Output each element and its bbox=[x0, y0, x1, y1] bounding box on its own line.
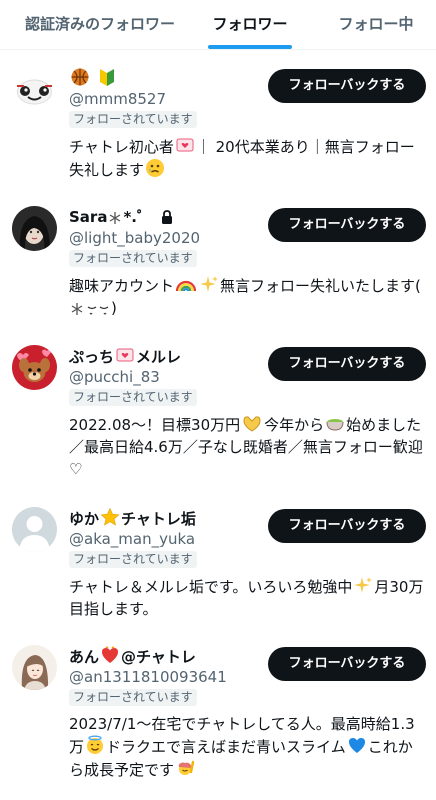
follows-you-badge: フォローされています bbox=[69, 689, 197, 706]
love-letter-icon bbox=[176, 138, 194, 152]
tab-following[interactable]: フォロー中 bbox=[326, 0, 426, 49]
tab-verified-followers[interactable]: 認証済みのフォロワー bbox=[10, 0, 190, 49]
follow-back-button[interactable]: フォローバックする bbox=[268, 69, 426, 103]
follow-back-button[interactable]: フォローバックする bbox=[268, 647, 426, 681]
display-name[interactable] bbox=[69, 67, 118, 89]
display-name-text: ぷっち bbox=[69, 348, 115, 366]
display-name-text: *.゜ bbox=[123, 208, 152, 226]
heart-hands-icon bbox=[243, 416, 261, 432]
display-name[interactable]: ぷっち メルレ bbox=[69, 345, 181, 367]
bio-text: 無言フォロー失礼いたします( bbox=[220, 277, 421, 295]
sparkles-icon bbox=[354, 577, 373, 593]
snowflake-icon bbox=[71, 303, 83, 315]
star-icon bbox=[100, 507, 120, 526]
tab-label: フォロー中 bbox=[338, 15, 414, 33]
user-handle[interactable]: @pucchi_83 bbox=[69, 367, 160, 387]
person-raising-hand-icon bbox=[178, 760, 195, 775]
display-name[interactable]: ゆか チャトレ垢 bbox=[69, 507, 196, 529]
beginner-mark-icon bbox=[100, 69, 115, 86]
display-name-text: メルレ bbox=[136, 348, 182, 366]
bio-text: ) bbox=[111, 299, 117, 317]
tab-active-indicator bbox=[208, 45, 292, 49]
user-bio: 2022.08～！目標30万円 今年から 始めました／最高日給4.6万／子なし既婚者… bbox=[69, 413, 425, 480]
user-handle[interactable]: @mmm8527 bbox=[69, 89, 166, 109]
follows-you-badge: フォローされています bbox=[69, 111, 197, 128]
tab-followers[interactable]: フォロワー bbox=[200, 0, 300, 49]
follow-back-button[interactable]: フォローバックする bbox=[268, 347, 426, 381]
sparkles-icon bbox=[200, 276, 219, 292]
display-name[interactable]: あん @チャトレ bbox=[69, 645, 196, 667]
user-handle[interactable]: @an1311810093641 bbox=[69, 667, 227, 687]
bio-text: 今年から bbox=[264, 416, 325, 434]
avatar[interactable] bbox=[12, 645, 57, 690]
smiling-face-with-halo-icon bbox=[87, 735, 104, 754]
user-bio: 2023/7/1～在宅でチャトレしてる人。最高時給1.3万 ドラクエで言えばまだ青… bbox=[69, 713, 425, 781]
sleepy-eyes-kaomoji-icon bbox=[87, 306, 109, 315]
bio-text: ドラクエで言えばまだ青いスライム bbox=[106, 738, 346, 756]
tab-label: 認証済みのフォロワー bbox=[24, 15, 175, 33]
basketball-icon bbox=[71, 68, 89, 86]
display-name-text: あん bbox=[69, 648, 100, 666]
love-letter-icon bbox=[116, 348, 134, 362]
user-handle[interactable]: @aka_man_yuka bbox=[69, 529, 195, 549]
user-bio: チャトレ＆メルレ垢です。いろいろ勉強中 月30万目指します。 bbox=[69, 575, 425, 620]
display-name-text: ゆか bbox=[69, 510, 100, 528]
tab-bar: 認証済みのフォロワー フォロワー フォロー中 bbox=[0, 0, 436, 50]
rainbow-icon bbox=[175, 280, 197, 292]
follow-back-button[interactable]: フォローバックする bbox=[268, 509, 426, 543]
avatar[interactable] bbox=[12, 67, 57, 112]
bio-text: 趣味アカウント bbox=[69, 277, 175, 295]
snowflake-icon bbox=[110, 212, 121, 224]
user-bio: チャトレ初心者｜ 20代本業あり｜無言フォロー失礼します bbox=[69, 135, 425, 181]
bio-text: チャトレ＆メルレ垢です。いろいろ勉強中 bbox=[69, 578, 353, 596]
lock-icon bbox=[162, 210, 173, 224]
display-name[interactable]: Sara *.゜ bbox=[69, 206, 173, 228]
heart-on-fire-icon bbox=[102, 646, 119, 663]
follows-you-badge: フォローされています bbox=[69, 250, 197, 267]
follow-back-button[interactable]: フォローバックする bbox=[268, 208, 426, 242]
avatar[interactable] bbox=[12, 345, 57, 390]
avatar[interactable] bbox=[12, 507, 57, 552]
user-handle[interactable]: @light_baby2020 bbox=[69, 228, 200, 248]
display-name-text: Sara bbox=[69, 208, 108, 226]
tab-label: フォロワー bbox=[212, 15, 288, 33]
follows-you-badge: フォローされています bbox=[69, 551, 197, 568]
display-name-text: @チャトレ bbox=[121, 648, 196, 666]
avatar[interactable] bbox=[12, 206, 57, 251]
matcha-tea-icon bbox=[326, 419, 344, 431]
user-bio: 趣味アカウント 無言フォロー失礼いたします() bbox=[69, 274, 425, 319]
blue-heart-icon bbox=[348, 738, 365, 753]
follows-you-badge: フォローされています bbox=[69, 389, 197, 406]
bio-text: チャトレ初心者 bbox=[69, 138, 174, 156]
bio-text: 2022.08～！目標30万円 bbox=[69, 416, 241, 434]
crying-face-icon bbox=[146, 159, 165, 177]
display-name-text: チャトレ垢 bbox=[121, 510, 196, 528]
